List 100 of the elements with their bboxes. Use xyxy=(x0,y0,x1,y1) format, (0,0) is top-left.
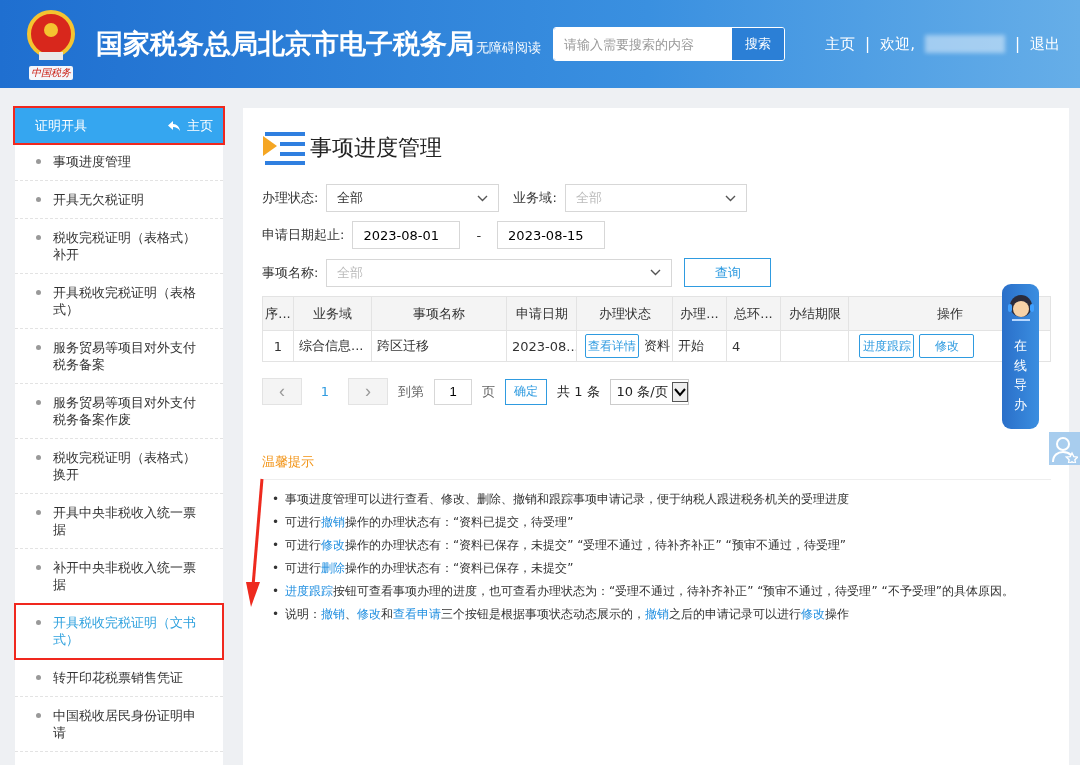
tip-link[interactable]: 修改 xyxy=(357,607,381,621)
tip-link[interactable]: 撤销 xyxy=(645,607,669,621)
separator: | xyxy=(1014,35,1020,53)
confirm-button[interactable]: 确定 xyxy=(505,378,547,405)
bullet: • xyxy=(272,606,281,623)
page-unit: 页 xyxy=(482,382,495,401)
site-title: 国家税务总局北京市电子税务局 xyxy=(96,27,474,61)
column-header: 申请日期 xyxy=(506,296,577,331)
status-select[interactable]: 全部 xyxy=(326,184,500,212)
page-field[interactable]: 1 xyxy=(434,378,472,405)
column-header: 总环... xyxy=(726,296,781,331)
seal-text: 中国税务 xyxy=(29,66,73,80)
sidebar-item[interactable]: 税收完税证明（表格式）补开 xyxy=(15,219,223,274)
tip-text: 说明： xyxy=(285,607,321,621)
action-button[interactable]: 修改 xyxy=(919,334,974,358)
column-header: 办理状态 xyxy=(576,296,673,331)
tip-link[interactable]: 删除 xyxy=(321,561,345,575)
tip-link[interactable]: 修改 xyxy=(321,538,345,552)
table-cell: 2023-08... xyxy=(512,338,576,354)
tip-text: 操作 xyxy=(825,607,849,621)
sidebar-item[interactable]: 服务贸易等项目对外支付税务备案 xyxy=(15,329,223,384)
caret-icon xyxy=(477,194,489,202)
bullet: • xyxy=(272,583,281,600)
tip-text: 可进行 xyxy=(285,561,321,575)
separator: | xyxy=(865,35,871,53)
sidebar-item[interactable]: 补开中央非税收入统一票据 xyxy=(15,549,223,604)
search-field[interactable]: 请输入需要搜索的内容 搜索 xyxy=(553,27,785,61)
domain-select[interactable]: 全部 xyxy=(564,184,747,212)
page-number[interactable]: 1 xyxy=(312,384,338,399)
user-favorite-button[interactable] xyxy=(1049,432,1080,465)
tip-text: 可进行 xyxy=(285,515,321,529)
sidebar-item[interactable]: 开具税收完税证明（文书式） xyxy=(15,604,223,659)
nav-link[interactable]: 退出 xyxy=(1030,34,1060,54)
table-cell: 4 xyxy=(732,338,741,354)
field-label: 业务域: xyxy=(513,189,557,207)
tip-link[interactable]: 查看申请 xyxy=(393,607,441,621)
action-button[interactable]: 进度跟踪 xyxy=(859,334,914,358)
welcome-text: 欢迎, xyxy=(880,34,915,54)
sidebar-title: 证明开具 xyxy=(35,116,87,135)
query-button[interactable]: 查询 xyxy=(684,258,772,287)
table-cell: 资料 xyxy=(644,337,670,353)
dash: - xyxy=(476,227,482,243)
sidebar-item[interactable]: 服务贸易等项目对外支付税务备案作废 xyxy=(15,384,223,439)
column-header: 事项名称 xyxy=(371,296,507,331)
home-link[interactable]: 主页 xyxy=(167,116,213,135)
search-button[interactable]: 搜索 xyxy=(732,28,784,60)
column-header: 办理... xyxy=(672,296,727,331)
tip-text: 、 xyxy=(345,607,357,621)
tip-text: 可进行 xyxy=(285,538,321,552)
tip-text: 操作的办理状态有：“资料已保存，未提交” xyxy=(345,561,574,575)
sidebar-item[interactable]: 事项进度管理 xyxy=(15,143,223,181)
table-cell: 跨区迁移 xyxy=(377,338,429,353)
bullet: • xyxy=(272,491,281,508)
table-cell: 开始 xyxy=(678,338,704,353)
tip-text: 和 xyxy=(381,607,393,621)
caret-icon xyxy=(650,269,662,276)
date-field[interactable]: 2023-08-01 xyxy=(352,221,461,249)
tip-text: 三个按钮是根据事项状态动态展示的， xyxy=(441,607,645,621)
goto-label: 到第 xyxy=(398,382,424,401)
page-size-select[interactable]: 10 条/页 xyxy=(609,378,689,405)
caret-icon xyxy=(724,194,736,202)
tip-text: 事项进度管理可以进行查看、修改、删除、撤销和跟踪事项申请记录，便于纳税人跟进税务机关的受理进度 xyxy=(285,492,849,506)
sidebar-item[interactable]: 税收完税证明（表格式）换开 xyxy=(15,439,223,494)
sidebar-item[interactable]: 开具无欠税证明 xyxy=(15,181,223,219)
field-label: 办理状态: xyxy=(262,189,319,207)
sidebar-item[interactable]: 开具中央非税收入统一票据 xyxy=(15,494,223,549)
total-count: 共 1 条 xyxy=(557,382,600,401)
tips-title: 温馨提示 xyxy=(262,453,1051,480)
column-header: 序... xyxy=(262,296,294,331)
tip-link[interactable]: 撤销 xyxy=(321,515,345,529)
sidebar-item[interactable]: 转开印花税票销售凭证 xyxy=(15,659,223,697)
tip-link[interactable]: 撤销 xyxy=(321,607,345,621)
list-icon xyxy=(262,130,306,166)
dropdown-icon xyxy=(671,381,688,402)
tip-text: 操作的办理状态有：“资料已提交，待受理” xyxy=(345,515,574,529)
table-cell: 1 xyxy=(273,338,283,354)
assistant-widget[interactable]: 在线导办 xyxy=(1002,284,1039,429)
date-field[interactable]: 2023-08-15 xyxy=(497,221,606,249)
table-cell: 综合信息... xyxy=(299,338,364,353)
page-title: 事项进度管理 xyxy=(310,134,442,162)
field-label: 申请日期起止: xyxy=(262,226,345,244)
bullet: • xyxy=(272,514,281,531)
tip-link[interactable]: 修改 xyxy=(801,607,825,621)
sidebar-item[interactable]: 中国税收居民身份证明申请 xyxy=(15,697,223,752)
next-page-button[interactable]: › xyxy=(348,378,388,405)
column-header: 办结期限 xyxy=(780,296,849,331)
column-header: 业务域 xyxy=(293,296,372,331)
bullet: • xyxy=(272,537,281,554)
sidebar-item[interactable]: 开具税收完税证明（表格式） xyxy=(15,274,223,329)
name-select[interactable]: 全部 xyxy=(326,258,673,287)
nav-link[interactable]: 主页 xyxy=(825,34,856,54)
tip-text: 之后的申请记录可以进行 xyxy=(669,607,801,621)
tip-link[interactable]: 进度跟踪 xyxy=(285,584,333,598)
detail-button[interactable]: 查看详情 xyxy=(585,334,639,358)
tip-text: 操作的办理状态有：“资料已保存，未提交” “受理不通过，待补齐补正” “预审不通过，待受理” xyxy=(345,538,846,552)
field-label: 事项名称: xyxy=(262,263,319,282)
prev-page-button[interactable]: ‹ xyxy=(262,378,302,405)
accessibility-link[interactable]: 无障碍阅读 xyxy=(476,39,541,57)
bullet: • xyxy=(272,560,281,577)
tip-text: 按钮可查看事项办理的进度，也可查看办理状态为：“受理不通过，待补齐补正” “预审不通过，待受理” “不予受理”的具体原因。 xyxy=(333,584,1014,598)
